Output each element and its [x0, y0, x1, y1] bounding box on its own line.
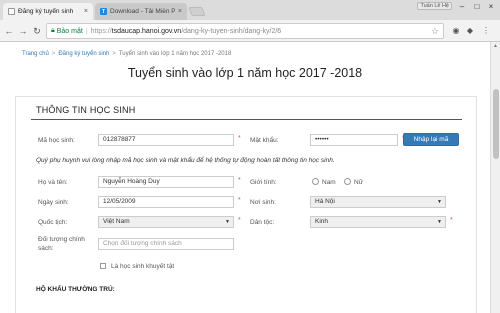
forward-icon[interactable]: → — [17, 25, 29, 37]
required-marker: * — [450, 217, 453, 224]
maximize-icon[interactable]: □ — [470, 2, 484, 11]
close-icon[interactable]: × — [178, 8, 182, 15]
birthplace-label: Nơi sinh: — [250, 199, 276, 206]
url-path: /dang-ky-tuyen-sinh/dang-ky/2/6 — [181, 27, 282, 35]
scroll-up-icon[interactable]: ▲ — [493, 43, 498, 49]
window-close-icon[interactable]: × — [484, 2, 498, 11]
address-bar[interactable]: 🔒︎ Bảo mật | https:// tsdaucap.hanoi.gov… — [46, 23, 444, 39]
gender-female-label: Nữ — [354, 179, 364, 186]
close-icon[interactable]: × — [84, 8, 88, 15]
taimienphi-favicon-icon: T — [100, 8, 107, 15]
tab-inactive[interactable]: T Download - Tải Miễn Ph × — [95, 3, 187, 20]
ethnicity-value: Kinh — [315, 218, 329, 225]
tab-label: Download - Tải Miễn Ph — [110, 8, 175, 15]
reload-icon[interactable]: ↻ — [31, 25, 43, 37]
chevron-down-icon: ▼ — [225, 219, 230, 225]
browser-toolbar: ← → ↻ 🔒︎ Bảo mật | https:// tsdaucap.han… — [0, 20, 500, 42]
url-scheme: https:// — [90, 27, 112, 35]
section-title: THÔNG TIN HỌC SINH — [36, 105, 136, 115]
ethnicity-label: Dân tộc: — [250, 219, 275, 226]
shield-icon[interactable]: ◆ — [464, 25, 476, 37]
nationality-value: Việt Nam — [103, 218, 130, 225]
disabled-checkbox-label: Là học sinh khuyết tật — [111, 263, 175, 270]
breadcrumb-current: Tuyển sinh vào lớp 1 năm học 2017 -2018 — [118, 51, 232, 57]
browser-tab-strip: Đăng ký tuyển sinh × T Download - Tải Mi… — [0, 0, 500, 20]
breadcrumb-home-link[interactable]: Trang chủ — [22, 51, 49, 57]
required-marker: * — [238, 135, 241, 142]
nationality-label: Quốc tịch: — [38, 219, 68, 226]
password-input[interactable]: •••••• — [310, 134, 398, 146]
nationality-select[interactable]: Việt Nam ▼ — [98, 216, 234, 228]
required-marker: * — [238, 177, 241, 184]
required-marker: * — [238, 217, 241, 224]
new-tab-button[interactable] — [188, 7, 206, 16]
url-host: tsdaucap.hanoi.gov.vn — [111, 27, 182, 35]
dob-label: Ngày sinh: — [38, 199, 69, 206]
bookmark-star-icon[interactable]: ☆ — [431, 26, 439, 37]
policy-input[interactable]: Chọn đối tượng chính sách — [98, 238, 234, 250]
birthplace-value: Hà Nội — [315, 198, 335, 205]
password-label: Mật khẩu: — [250, 137, 279, 144]
scroll-thumb[interactable] — [493, 89, 499, 159]
required-marker: * — [238, 197, 241, 204]
reenter-code-button[interactable]: Nhập lại mã — [403, 133, 459, 146]
policy-label-line2: sách: — [38, 245, 54, 252]
section-divider — [31, 119, 462, 120]
tab-active[interactable]: Đăng ký tuyển sinh × — [3, 3, 93, 20]
gender-male-label: Nam — [322, 179, 336, 186]
gender-label: Giới tính: — [250, 179, 277, 186]
back-icon[interactable]: ← — [3, 25, 15, 37]
household-section-title: HỘ KHẨU THƯỜNG TRÚ: — [36, 286, 115, 293]
page-title: Tuyển sinh vào lớp 1 năm học 2017 -2018 — [127, 66, 363, 80]
document-icon — [8, 8, 15, 15]
ethnicity-select[interactable]: Kinh ▼ — [310, 216, 446, 228]
lock-icon: 🔒︎ — [51, 27, 55, 34]
instruction-note: Quý phụ huynh vui lòng nhập mã học sinh … — [36, 157, 335, 164]
tab-label: Đăng ký tuyển sinh — [18, 8, 74, 15]
page-scrollbar[interactable]: ▲ — [490, 42, 500, 313]
disabled-checkbox[interactable] — [100, 263, 106, 269]
chevron-down-icon: ▼ — [437, 199, 442, 205]
dob-input[interactable]: 12/05/2009 — [98, 196, 234, 208]
secure-label: Bảo mật — [56, 27, 83, 35]
extension-icon[interactable]: ◉ — [450, 25, 462, 37]
menu-icon[interactable]: ⋮ — [480, 25, 492, 37]
breadcrumb-separator: > — [112, 51, 116, 57]
breadcrumb-registration-link[interactable]: Đăng ký tuyển sinh — [58, 51, 109, 57]
student-info-panel: THÔNG TIN HỌC SINH Mã học sinh: 01287887… — [15, 96, 477, 313]
page-content: Trang chủ > Đăng ký tuyển sinh > Tuyển sinh … — [0, 42, 490, 313]
student-code-input[interactable]: 012878877 — [98, 134, 234, 146]
policy-label-line1: Đối tượng chính — [38, 236, 85, 243]
full-name-input[interactable]: Nguyễn Hoàng Duy — [98, 176, 234, 188]
student-code-label: Mã học sinh: — [38, 137, 75, 144]
full-name-label: Họ và tên: — [38, 179, 68, 186]
breadcrumb: Trang chủ > Đăng ký tuyển sinh > Tuyển sinh … — [22, 51, 231, 57]
chevron-down-icon: ▼ — [437, 219, 442, 225]
birthplace-select[interactable]: Hà Nội ▼ — [310, 196, 446, 208]
breadcrumb-separator: > — [51, 51, 56, 57]
profile-badge[interactable]: Tuấn Lê Hệ — [417, 2, 452, 10]
gender-female-radio[interactable] — [344, 178, 351, 185]
address-separator: | — [85, 27, 88, 35]
minimize-icon[interactable]: – — [455, 2, 469, 11]
gender-male-radio[interactable] — [312, 178, 319, 185]
